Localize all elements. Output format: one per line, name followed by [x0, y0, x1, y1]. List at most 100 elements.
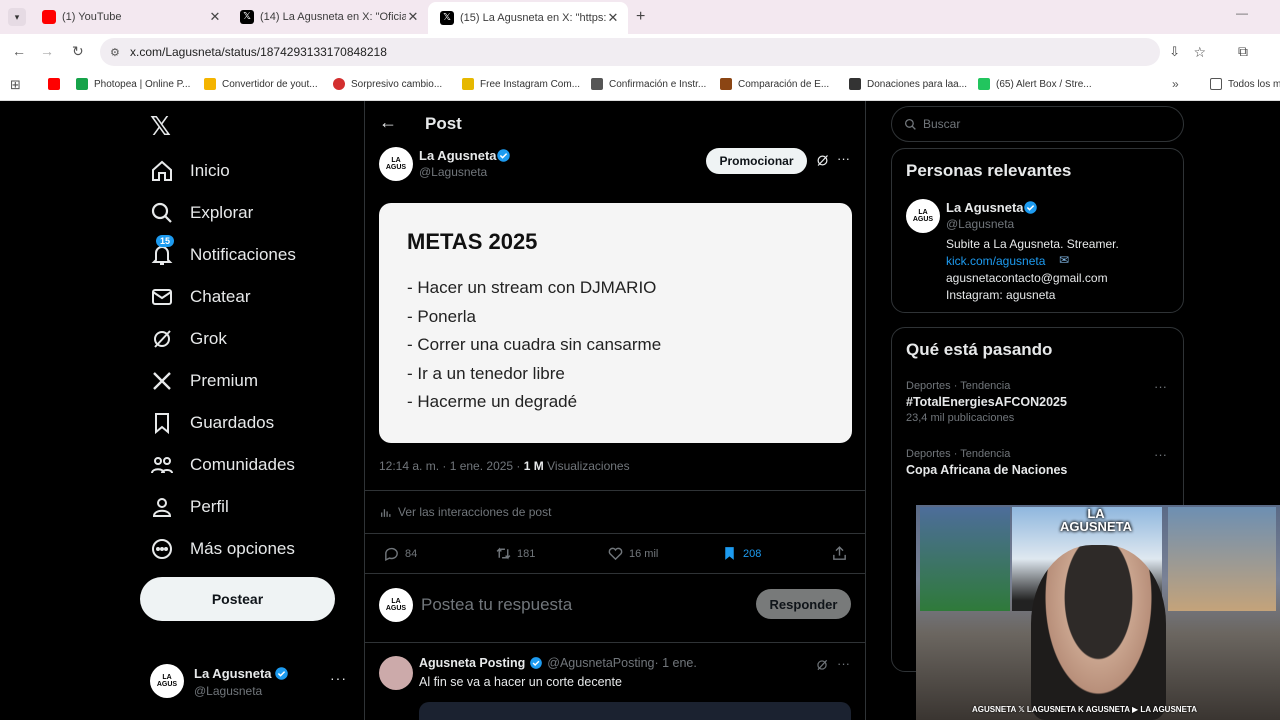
x-home-logo[interactable]: 𝕏 — [150, 111, 171, 142]
more-icon[interactable]: ··· — [1154, 447, 1167, 462]
reply-input[interactable]: Postea tu respuesta — [421, 595, 572, 615]
reply-button[interactable]: 84 — [383, 545, 417, 562]
person-icon — [152, 498, 172, 517]
close-icon[interactable]: ✕ — [208, 9, 222, 25]
tab-x-active[interactable]: 𝕏 (15) La Agusneta en X: "https:// ✕ — [428, 2, 628, 34]
sidebar-item-perfil[interactable]: Perfil — [150, 495, 229, 519]
bookmarks-folder[interactable]: Todos los m — [1210, 78, 1280, 90]
share-icon[interactable] — [831, 545, 848, 562]
tab-list-button[interactable]: ▾ — [8, 8, 26, 26]
reply-post[interactable]: Agusneta Posting @AgusnetaPosting · 1 en… — [365, 644, 865, 720]
relevant-name[interactable]: La Agusneta — [946, 200, 1024, 215]
repost-button[interactable]: 181 — [495, 545, 535, 562]
sidebar-item-comunidades[interactable]: Comunidades — [150, 453, 295, 477]
sidebar-item-explorar[interactable]: Explorar — [150, 201, 253, 225]
trend-item[interactable]: Deportes · Tendencia Copa Africana de Na… — [906, 448, 1166, 477]
avatar[interactable]: LA AGUS — [906, 199, 940, 233]
avatar[interactable] — [379, 656, 413, 690]
sidebar-item-grok[interactable]: Grok — [150, 327, 227, 351]
close-icon[interactable]: ✕ — [406, 9, 420, 25]
account-name: La Agusneta — [194, 666, 272, 681]
post-timestamp[interactable]: 12:14 a. m. · 1 ene. 2025 · — [379, 459, 524, 473]
avatar: LA AGUS — [150, 664, 184, 698]
interactions-link[interactable]: Ver las interacciones de post — [379, 505, 551, 519]
grok-icon[interactable] — [815, 153, 830, 168]
post-image[interactable]: METAS 2025 - Hacer un stream con DJMARIO… — [379, 203, 852, 443]
x-handle: LAGUSNETA — [1026, 705, 1076, 714]
account-handle: @Lagusneta — [194, 684, 263, 698]
relevant-handle[interactable]: @Lagusneta — [946, 217, 1014, 231]
grok-icon[interactable] — [815, 658, 829, 672]
install-icon[interactable]: ⇩ — [1169, 44, 1180, 60]
trend-topic: Copa Africana de Naciones — [906, 463, 1068, 477]
reply-count: 84 — [405, 547, 418, 560]
stadium-poster — [920, 507, 1010, 611]
sidebar-item-label: Premium — [190, 371, 259, 390]
post-button[interactable]: Postear — [140, 577, 335, 621]
reply-submit-button[interactable]: Responder — [756, 589, 851, 619]
more-icon[interactable]: ··· — [330, 670, 347, 686]
new-tab-button[interactable]: + — [636, 8, 645, 26]
trend-item[interactable]: Deportes · Tendencia #TotalEnergiesAFCON… — [906, 380, 1166, 424]
sidebar-item-chatear[interactable]: Chatear — [150, 285, 250, 309]
extensions-icon[interactable]: ⧉ — [1238, 43, 1248, 60]
star-icon[interactable]: ☆ — [1193, 44, 1206, 61]
relevant-link[interactable]: kick.com/agusneta — [946, 254, 1045, 268]
reply-author-handle[interactable]: @AgusnetaPosting — [547, 656, 654, 670]
goal-line: - Hacerme un degradé — [407, 392, 578, 411]
bookmark-item[interactable]: Donaciones para laa... — [849, 78, 967, 90]
reload-icon[interactable]: ↻ — [72, 43, 84, 60]
relevant-bio: Instagram: agusneta — [946, 288, 1056, 302]
search-input[interactable]: Buscar — [891, 106, 1184, 142]
reply-text: Al fin se va a hacer un corte decente — [419, 675, 622, 689]
sidebar-item-guardados[interactable]: Guardados — [150, 411, 274, 435]
repost-count: 181 — [517, 547, 536, 560]
more-bookmarks-icon[interactable]: » — [1172, 77, 1179, 91]
sidebar-item-label: Inicio — [190, 161, 230, 180]
sidebar-item-notificaciones[interactable]: 15 Notificaciones — [150, 235, 296, 267]
tab-x-1[interactable]: 𝕏 (14) La Agusneta en X: "Oficialme ✕ — [228, 4, 428, 30]
tab-youtube[interactable]: (1) YouTube ✕ — [30, 4, 230, 30]
forward-icon[interactable]: → — [40, 43, 54, 59]
apps-icon[interactable]: ⊞ — [10, 77, 21, 93]
bookmark-label: Donaciones para laa... — [867, 78, 968, 90]
more-icon[interactable]: ··· — [837, 151, 850, 166]
sidebar-item-mas-opciones[interactable]: Más opciones — [150, 537, 295, 561]
link-icon — [591, 78, 603, 90]
sidebar-item-label: Guardados — [190, 413, 275, 432]
more-icon[interactable]: ··· — [837, 656, 850, 671]
sidebar-item-premium[interactable]: Premium — [150, 369, 258, 393]
bookmark-item[interactable]: Convertidor de yout... — [204, 78, 318, 90]
author-name[interactable]: La Agusneta — [419, 148, 497, 163]
trend-context: Deportes · Tendencia — [906, 380, 1011, 392]
sidebar-item-inicio[interactable]: Inicio — [150, 159, 230, 183]
promote-button[interactable]: Promocionar — [706, 148, 807, 174]
reply-media[interactable] — [419, 702, 851, 720]
back-icon[interactable]: ← — [379, 112, 397, 133]
url-input[interactable]: ⚙ x.com/Lagusneta/status/187429313317084… — [100, 38, 1206, 66]
bookmark-item[interactable]: Comparación de E... — [720, 78, 829, 90]
back-icon[interactable]: ← — [12, 43, 26, 59]
youtube-icon — [42, 10, 56, 24]
player-poster — [1168, 507, 1276, 611]
site-info-icon[interactable]: ⚙ — [110, 46, 120, 59]
avatar[interactable]: LA AGUS — [379, 147, 413, 181]
trend-count: 23,4 mil publicaciones — [906, 412, 1015, 424]
more-icon[interactable]: ··· — [1154, 379, 1167, 394]
bookmark-item[interactable]: Photopea | Online P... — [76, 78, 190, 90]
account-switcher[interactable]: LA AGUS La Agusneta @Lagusneta ··· — [150, 664, 350, 700]
minimize-button[interactable]: — — [1236, 6, 1248, 20]
close-icon[interactable]: ✕ — [606, 10, 620, 26]
bookmark-item[interactable]: Free Instagram Com... — [462, 78, 580, 90]
search-icon — [151, 202, 172, 223]
like-button[interactable]: 16 mil — [607, 545, 658, 562]
bookmark-item[interactable]: (65) Alert Box / Stre... — [978, 78, 1092, 90]
author-handle[interactable]: @Lagusneta — [419, 165, 487, 179]
reply-author-name[interactable]: Agusneta Posting — [419, 656, 525, 670]
search-icon — [904, 118, 916, 130]
bookmark-button[interactable]: 208 — [721, 545, 761, 562]
bookmark-item[interactable]: Sorpresivo cambio... — [333, 78, 442, 90]
reply-time[interactable]: · 1 ene. — [654, 656, 696, 670]
bookmark-item[interactable] — [48, 78, 66, 90]
bookmark-item[interactable]: Confirmación e Instr... — [591, 78, 706, 90]
